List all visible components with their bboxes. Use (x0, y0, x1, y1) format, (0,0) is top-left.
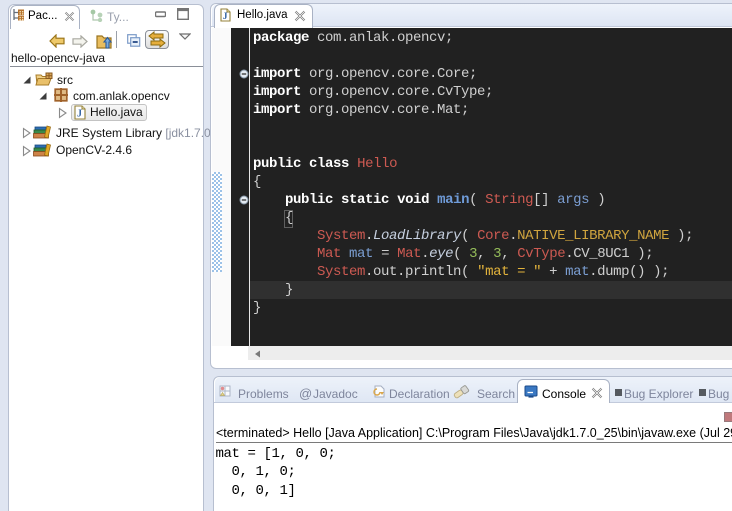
svg-text:J: J (77, 109, 82, 120)
svg-text:J: J (223, 12, 228, 22)
